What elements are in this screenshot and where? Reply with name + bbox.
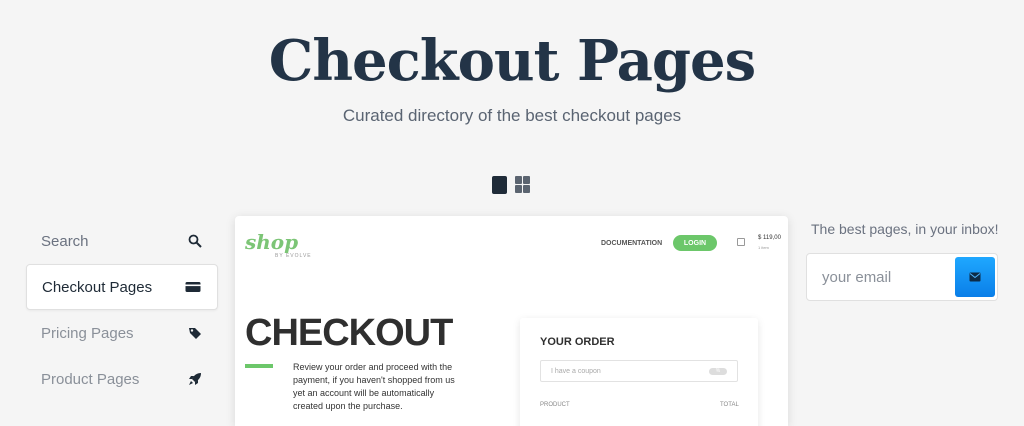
coupon-placeholder: I have a coupon: [551, 367, 601, 375]
sidebar-item-checkout-pages[interactable]: Checkout Pages: [26, 264, 218, 310]
preview-heading: CHECKOUT: [245, 312, 453, 354]
sidebar-item-search[interactable]: Search: [26, 218, 218, 264]
page-subtitle: Curated directory of the best checkout p…: [342, 106, 682, 125]
envelope-icon: [969, 272, 981, 282]
single-view-icon[interactable]: [492, 176, 507, 194]
grid-cell: [523, 176, 530, 184]
view-toggle: [492, 176, 530, 194]
grid-cell: [523, 185, 530, 193]
newsletter-label: The best pages, in your inbox!: [811, 221, 999, 237]
grid-cell: [515, 185, 522, 193]
preview-cart-price: $ 119,00: [758, 235, 781, 241]
checkout-page-preview[interactable]: shop BY EVOLVE DOCUMENTATION LOGIN $ 119…: [235, 216, 788, 426]
lock-icon: [737, 238, 745, 246]
coupon-field: I have a coupon %: [540, 360, 738, 382]
preview-cart-items: 1 item: [758, 245, 769, 250]
subscribe-button[interactable]: [955, 257, 995, 297]
tags-icon: [189, 328, 201, 339]
sidebar: Search Checkout Pages Pricing Pages Prod…: [26, 218, 218, 402]
email-input[interactable]: [808, 255, 953, 299]
preview-description: Review your order and proceed with the p…: [293, 362, 455, 411]
credit-card-icon: [185, 282, 201, 292]
search-icon: [188, 234, 202, 248]
shop-logo-subtitle: BY EVOLVE: [275, 253, 312, 259]
grid-view-icon[interactable]: [515, 176, 530, 194]
sidebar-item-label: Checkout Pages: [42, 278, 153, 296]
preview-order-card: YOUR ORDER I have a coupon % PRODUCT TOT…: [520, 318, 758, 426]
sidebar-item-product-pages[interactable]: Product Pages: [26, 356, 218, 402]
coupon-badge: %: [709, 368, 727, 375]
preview-nav-documentation: DOCUMENTATION: [601, 240, 663, 247]
sidebar-item-label: Pricing Pages: [41, 324, 134, 342]
column-product: PRODUCT: [540, 402, 570, 408]
rocket-icon: [189, 373, 201, 385]
column-total: TOTAL: [720, 402, 739, 408]
sidebar-item-label: Product Pages: [41, 370, 140, 388]
newsletter-form: [806, 253, 998, 301]
page-title: Checkout Pages: [268, 28, 756, 94]
preview-accent-bar: [245, 364, 273, 368]
sidebar-item-label: Search: [41, 232, 89, 250]
sidebar-item-pricing-pages[interactable]: Pricing Pages: [26, 310, 218, 356]
grid-cell: [515, 176, 522, 184]
preview-login-button: LOGIN: [673, 235, 717, 251]
shop-logo: shop: [245, 230, 299, 254]
order-title: YOUR ORDER: [540, 336, 615, 348]
